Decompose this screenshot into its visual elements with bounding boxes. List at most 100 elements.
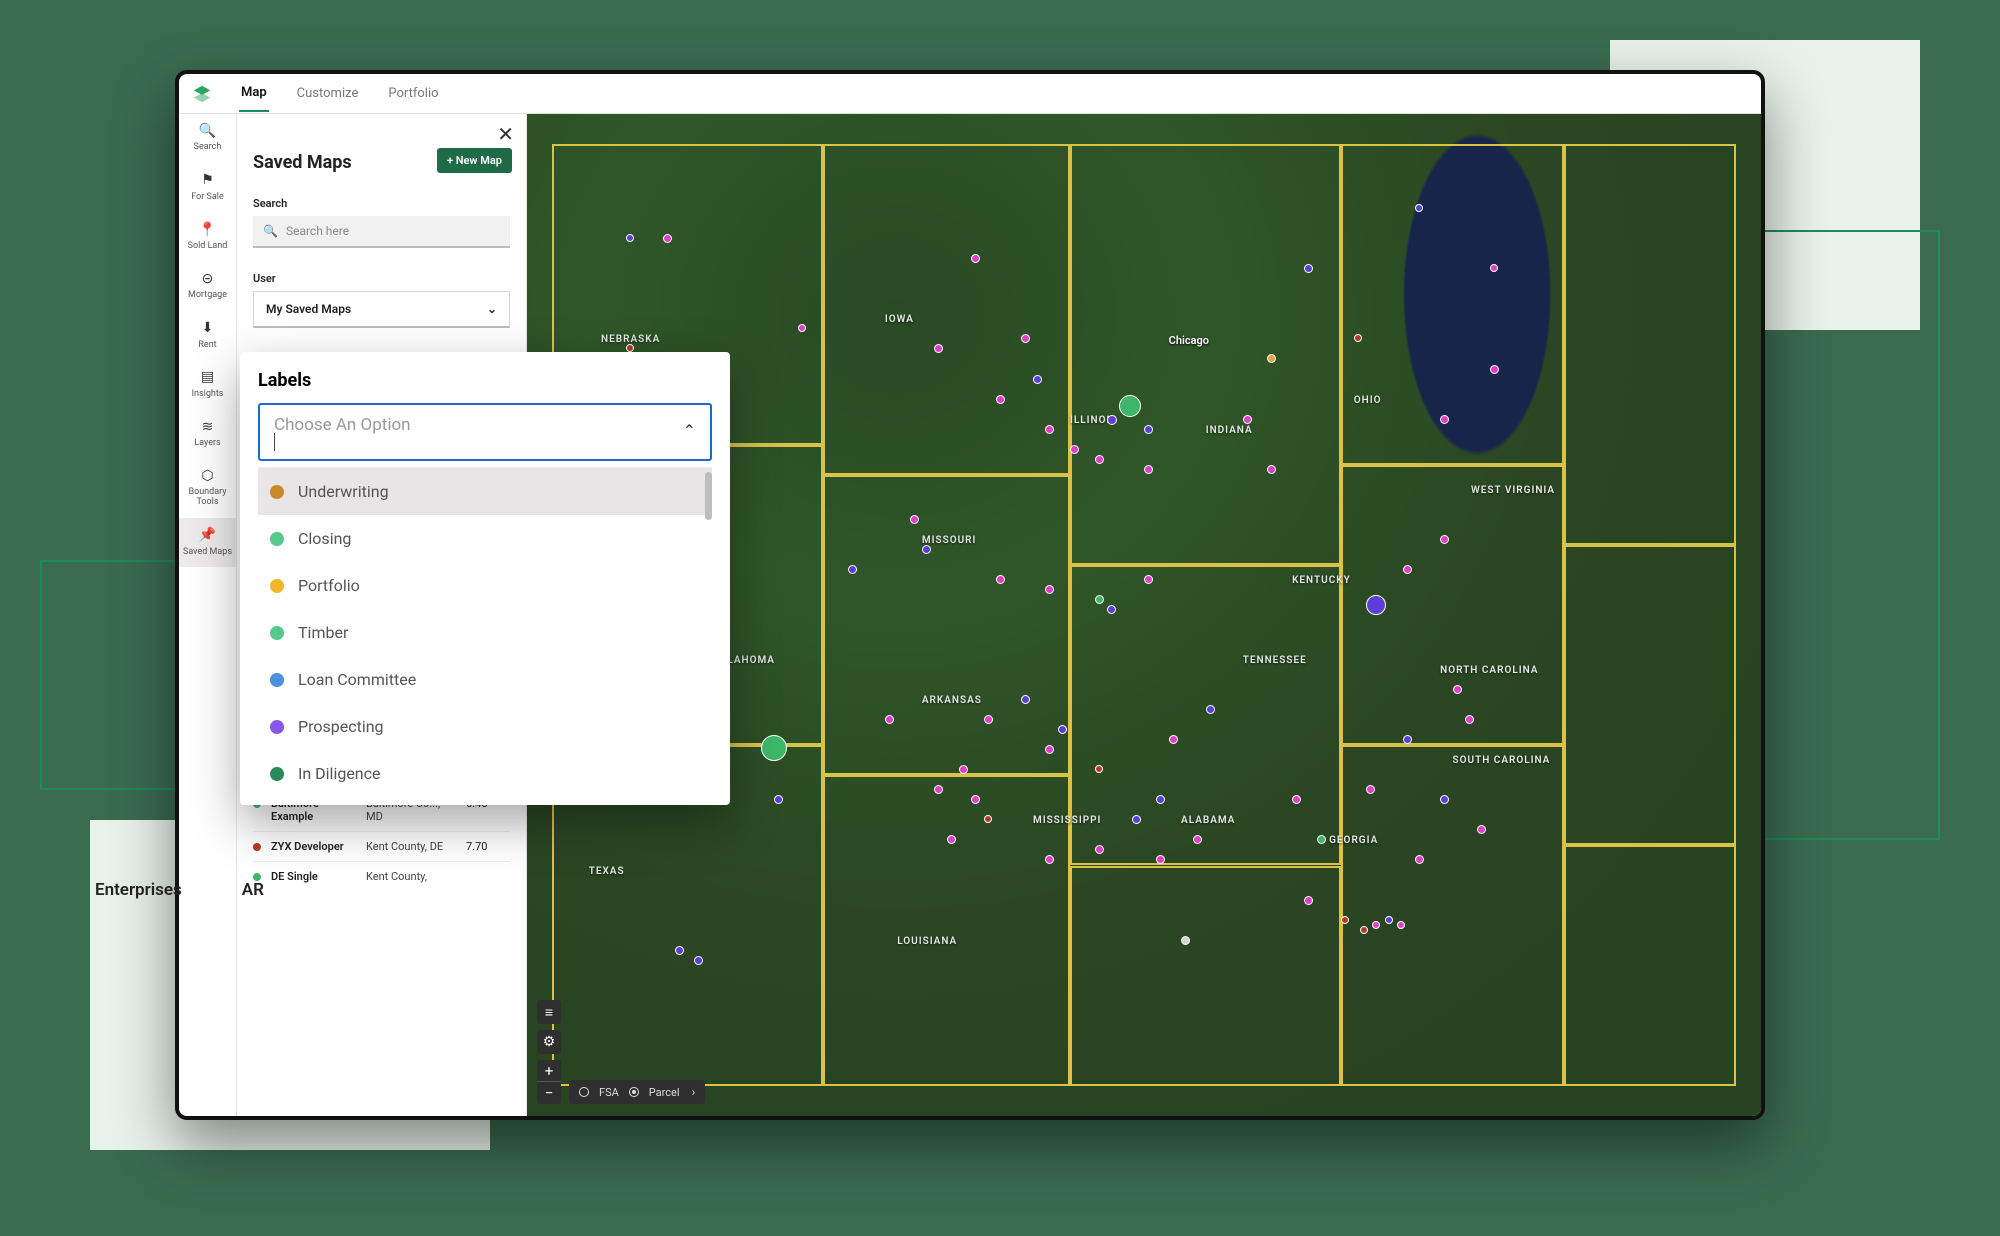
row-loc: AR xyxy=(242,880,264,900)
map-point[interactable] xyxy=(1490,264,1498,272)
map-point[interactable] xyxy=(1045,425,1054,434)
labels-dropdown: Labels Choose An Option ⌃ UnderwritingCl… xyxy=(240,352,730,805)
map-point[interactable] xyxy=(1372,921,1380,929)
seg-parcel-label: Parcel xyxy=(649,1086,680,1099)
map-point[interactable] xyxy=(1144,465,1153,474)
label-option-closing[interactable]: Closing xyxy=(258,515,712,562)
rail-item-mortgage[interactable]: ⊝Mortgage xyxy=(179,262,236,311)
map-point[interactable] xyxy=(1440,535,1449,544)
map-point[interactable] xyxy=(1058,725,1067,734)
map-point[interactable] xyxy=(1169,735,1178,744)
map-point[interactable] xyxy=(996,575,1005,584)
map-point[interactable] xyxy=(1385,916,1393,924)
map-point[interactable] xyxy=(1119,395,1141,417)
map-point[interactable] xyxy=(626,234,634,242)
label-option-timber[interactable]: Timber xyxy=(258,609,712,656)
map-point[interactable] xyxy=(1095,455,1104,464)
radio-fsa[interactable] xyxy=(579,1087,589,1097)
state-label: GEORGIA xyxy=(1329,835,1378,846)
table-row[interactable]: ZYX DeveloperKent County, DE7.70 xyxy=(253,831,510,861)
rail-item-saved-maps[interactable]: 📌Saved Maps xyxy=(179,518,236,567)
label-option-in-diligence[interactable]: In Diligence xyxy=(258,750,712,797)
map-point[interactable] xyxy=(1095,595,1104,604)
map-point[interactable] xyxy=(663,234,672,243)
map-point[interactable] xyxy=(1403,565,1412,574)
map-point[interactable] xyxy=(922,545,931,554)
map-point[interactable] xyxy=(996,395,1005,404)
rail-item-for-sale[interactable]: ⚑For Sale xyxy=(179,163,236,212)
map-point[interactable] xyxy=(1033,375,1042,384)
rail-item-layers[interactable]: ≋Layers xyxy=(179,410,236,459)
labels-select[interactable]: Choose An Option ⌃ xyxy=(258,403,712,461)
layers-button[interactable]: ≡ xyxy=(537,1000,561,1024)
rail-label: Saved Maps xyxy=(183,548,232,558)
rail-item-insights[interactable]: ▤Insights xyxy=(179,360,236,409)
user-select-value: My Saved Maps xyxy=(266,302,351,316)
rail-item-sold-land[interactable]: 📍Sold Land xyxy=(179,213,236,262)
map-point[interactable] xyxy=(1490,365,1499,374)
map-point[interactable] xyxy=(1107,415,1117,425)
zoom-out-button[interactable]: − xyxy=(537,1082,561,1104)
map-point[interactable] xyxy=(1095,765,1103,773)
map-point[interactable] xyxy=(1304,896,1313,905)
color-swatch xyxy=(270,532,284,546)
map-point[interactable] xyxy=(1243,415,1252,424)
state-border xyxy=(1564,545,1737,846)
map-point[interactable] xyxy=(1144,575,1153,584)
map-controls: ≡ ⚙ + − xyxy=(537,1000,561,1104)
label-option-underwriting[interactable]: Underwriting xyxy=(258,468,712,515)
map-point[interactable] xyxy=(1360,926,1368,934)
tab-portfolio[interactable]: Portfolio xyxy=(386,76,440,111)
rail-label: Rent xyxy=(198,341,216,351)
map-point[interactable] xyxy=(947,835,956,844)
boundary-toggle[interactable]: FSA Parcel › xyxy=(569,1080,705,1104)
table-row[interactable]: DE SingleKent County, xyxy=(253,861,510,891)
map-point[interactable] xyxy=(984,715,993,724)
map-point[interactable] xyxy=(1453,685,1462,694)
scrollbar-thumb[interactable] xyxy=(705,472,712,520)
map-point[interactable] xyxy=(848,565,857,574)
label-option-prospecting[interactable]: Prospecting xyxy=(258,703,712,750)
map-point[interactable] xyxy=(1021,695,1030,704)
tab-map[interactable]: Map xyxy=(239,75,269,112)
state-label: ARKANSAS xyxy=(922,695,982,706)
map-point[interactable] xyxy=(1440,415,1449,424)
search-icon: 🔍 xyxy=(263,224,278,238)
label-option-portfolio[interactable]: Portfolio xyxy=(258,562,712,609)
close-icon[interactable]: ✕ xyxy=(497,122,514,146)
list-item[interactable]: Enterprises AR xyxy=(95,880,264,900)
rail-item-boundary-tools[interactable]: ⬡Boundary Tools xyxy=(179,459,236,518)
rail-item-search[interactable]: 🔍Search xyxy=(179,114,236,163)
map-point[interactable] xyxy=(885,715,894,724)
map-point[interactable] xyxy=(910,515,919,524)
label-option-loan-committee[interactable]: Loan Committee xyxy=(258,656,712,703)
hex-icon: ⬡ xyxy=(201,469,213,484)
map-point[interactable] xyxy=(1465,715,1474,724)
map-point[interactable] xyxy=(694,956,703,965)
rail-item-rent[interactable]: ⬇Rent xyxy=(179,311,236,360)
map-point[interactable] xyxy=(1206,705,1215,714)
map-point[interactable] xyxy=(1397,921,1405,929)
map-point[interactable] xyxy=(1107,605,1116,614)
labels-option-list: UnderwritingClosingPortfolioTimberLoan C… xyxy=(258,467,712,797)
settings-button[interactable]: ⚙ xyxy=(537,1030,561,1054)
user-select[interactable]: My Saved Maps ⌄ xyxy=(253,291,510,328)
option-label: In Diligence xyxy=(298,764,381,783)
app-header: Map Customize Portfolio xyxy=(179,74,1761,114)
color-swatch xyxy=(270,485,284,499)
state-border xyxy=(1341,745,1563,1086)
new-map-button[interactable]: + New Map xyxy=(437,148,512,173)
map-point[interactable] xyxy=(1144,425,1153,434)
state-label: MISSOURI xyxy=(922,535,977,546)
tab-customize[interactable]: Customize xyxy=(295,76,361,111)
map-point[interactable] xyxy=(1181,936,1190,945)
state-border xyxy=(1564,845,1737,1085)
radio-parcel[interactable] xyxy=(629,1087,639,1097)
map-point[interactable] xyxy=(1070,445,1079,454)
map-point[interactable] xyxy=(1366,595,1386,615)
search-input[interactable]: 🔍 Search here xyxy=(253,216,510,248)
color-swatch xyxy=(270,767,284,781)
zoom-in-button[interactable]: + xyxy=(537,1060,561,1082)
map-point[interactable] xyxy=(984,815,992,823)
map-point[interactable] xyxy=(675,946,684,955)
